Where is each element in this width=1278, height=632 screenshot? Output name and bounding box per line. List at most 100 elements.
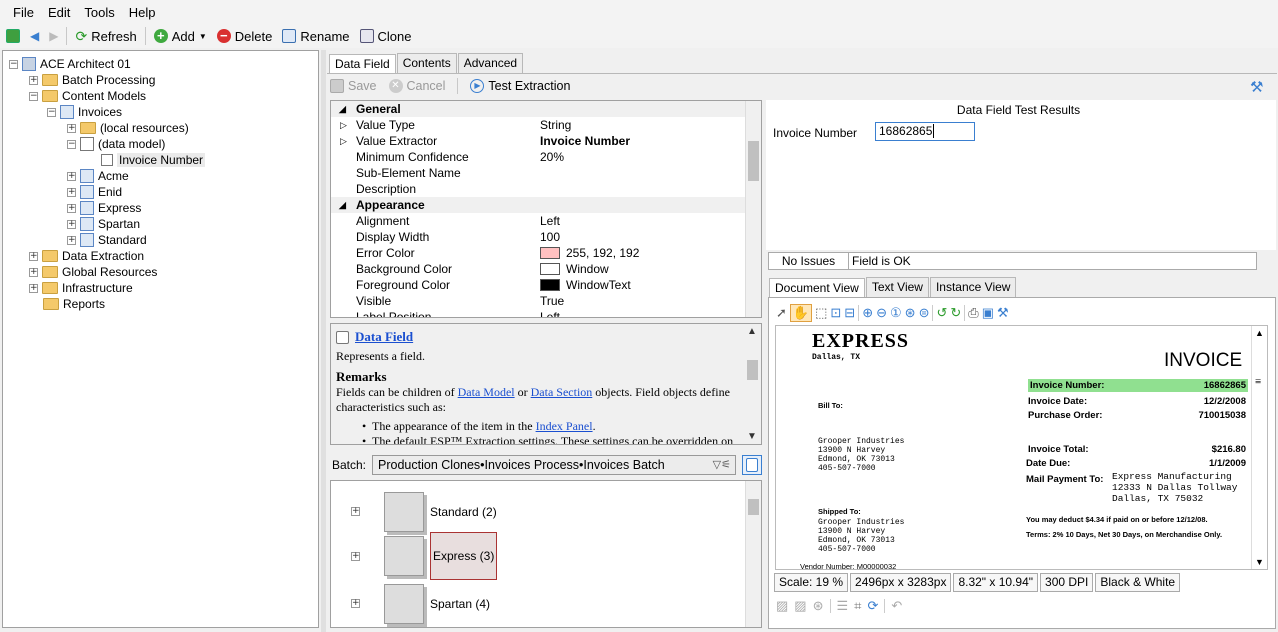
expand-triangle-icon[interactable]: ▷ [340,136,347,147]
save-image-icon[interactable]: ▣ [982,305,994,321]
home-button[interactable] [2,25,24,47]
tree-item-spartan[interactable]: + Spartan [67,216,140,232]
prop-value-extractor[interactable]: ▷ Value Extractor Invoice Number [331,133,745,149]
tree-item-infrastructure[interactable]: + Infrastructure [29,280,133,296]
tree-item-data-extraction[interactable]: + Data Extraction [29,248,144,264]
tab-data-field[interactable]: Data Field [329,54,396,74]
menu-edit[interactable]: Edit [41,5,77,20]
batch-info-button[interactable] [742,455,762,475]
batch-folder-express[interactable]: + Express (3) [351,531,498,581]
collapse-icon[interactable]: − [29,91,38,101]
print-icon[interactable]: ⎙ [968,305,978,321]
scroll-up-icon[interactable]: ▲ [747,326,757,337]
batch-folder-standard[interactable]: + Standard (2) [351,489,497,534]
zoom-region-icon[interactable]: ⊡ [830,305,841,321]
scroll-grip-icon[interactable]: ≡ [1255,376,1261,388]
expand-icon[interactable]: + [29,251,38,261]
vertical-scrollbar[interactable]: ▲ ≡ ▼ [1251,326,1267,569]
despeckle-icon[interactable]: ⊛ [813,598,824,614]
expand-icon[interactable]: + [351,507,360,516]
panel-splitter[interactable] [321,50,326,632]
prop-alignment[interactable]: Alignment Left [331,213,745,229]
tree-item-global-resources[interactable]: + Global Resources [29,264,157,280]
index-panel-link[interactable]: Index Panel [536,419,593,433]
prop-visible[interactable]: Visible True [331,293,745,309]
tree-item-content-models[interactable]: − Content Models [29,88,146,104]
delete-button[interactable]: − Delete [213,25,277,47]
back-button[interactable]: ◀ [26,25,43,47]
prop-display-width[interactable]: Display Width 100 [331,229,745,245]
prop-error-color[interactable]: Error Color 255, 192, 192 [331,245,745,261]
tree-item-invoices[interactable]: − Invoices [47,104,122,120]
tools-icon[interactable]: ⚒ [1250,78,1263,96]
prop-value[interactable]: True [540,294,564,308]
scroll-thumb[interactable] [748,499,759,515]
adjust-icon[interactable]: ☰ [837,598,849,614]
zoom-fit-icon[interactable]: ⊛ [905,305,916,321]
clone-button[interactable]: Clone [356,25,416,47]
collapse-triangle-icon[interactable]: ◢ [339,104,346,115]
zoom-in-icon[interactable]: ⊕ [862,305,873,321]
prop-value[interactable]: Invoice Number [540,134,630,148]
scroll-down-icon[interactable]: ▼ [747,431,757,442]
collapse-icon[interactable]: − [47,107,56,117]
menu-file[interactable]: File [6,5,41,20]
tree-item-local-resources[interactable]: + (local resources) [67,120,189,136]
menu-tools[interactable]: Tools [77,5,121,20]
tree-item-reports[interactable]: Reports [43,296,105,312]
tree-item-enid[interactable]: + Enid [67,184,122,200]
add-button[interactable]: + Add ▼ [150,25,211,47]
tree-item-root[interactable]: − ACE Architect 01 [9,56,131,72]
select-region-icon[interactable]: ⬚ [815,305,827,321]
tab-contents[interactable]: Contents [396,53,457,73]
prop-min-confidence[interactable]: Minimum Confidence 20% [331,149,745,165]
expand-icon[interactable]: + [29,267,38,277]
prop-value[interactable]: String [540,118,571,132]
zoom-out-icon[interactable]: ⊖ [876,305,887,321]
tree-item-express[interactable]: + Express [67,200,141,216]
prop-value[interactable]: 20% [540,150,564,164]
prop-value[interactable]: Window [566,262,609,276]
expand-icon[interactable]: + [67,235,76,245]
magnifier-icon[interactable]: ⊟ [844,305,855,321]
refresh-button[interactable]: ⟳ Refresh [71,25,140,47]
filter-dropdown-icon[interactable]: ▽⚟ [713,458,731,471]
scroll-thumb[interactable] [748,141,759,181]
tab-document-view[interactable]: Document View [769,278,865,298]
category-general[interactable]: ◢ General [331,101,745,117]
prop-value[interactable]: Left [540,310,560,317]
undo-icon[interactable]: ↶ [891,598,902,614]
expand-icon[interactable]: + [351,551,360,561]
batch-select[interactable]: Production Clones•Invoices Process•Invoi… [372,455,736,475]
prop-sub-element[interactable]: Sub-Element Name [331,165,745,181]
prop-label-position[interactable]: Label Position Left [331,309,745,317]
result-field-input[interactable]: 16862865 [875,122,975,141]
prop-description[interactable]: Description [331,181,745,197]
tree-item-invoice-number[interactable]: Invoice Number [101,152,206,168]
scroll-thumb[interactable] [747,360,758,380]
tree-item-batch-processing[interactable]: + Batch Processing [29,72,155,88]
zoom-width-icon[interactable]: ⊜ [919,305,930,321]
settings-tools-icon[interactable]: ⚒ [997,305,1009,321]
collapse-icon[interactable]: − [67,139,76,149]
expand-icon[interactable]: + [351,599,360,608]
data-model-link[interactable]: Data Model [458,385,515,399]
crop-tool-icon[interactable]: ⌗ [854,598,861,614]
prop-foreground-color[interactable]: Foreground Color WindowText [331,277,745,293]
forward-button[interactable]: ▶ [45,25,62,47]
expand-icon[interactable]: + [29,75,38,85]
tree-item-data-model[interactable]: − (data model) [67,136,165,152]
tree-item-standard[interactable]: + Standard [67,232,147,248]
vertical-scrollbar[interactable] [745,481,761,627]
prop-background-color[interactable]: Background Color Window [331,261,745,277]
data-section-link[interactable]: Data Section [531,385,593,399]
rotate-right-icon[interactable]: ↻ [950,305,961,321]
collapse-icon[interactable]: − [9,59,18,69]
expand-icon[interactable]: + [67,187,76,197]
prop-value[interactable]: 100 [540,230,560,244]
tab-instance-view[interactable]: Instance View [929,277,1017,297]
tab-text-view[interactable]: Text View [865,277,929,297]
expand-triangle-icon[interactable]: ▷ [340,120,347,131]
refresh-image-icon[interactable]: ⟳ [867,598,878,614]
pan-hand-icon[interactable]: ✋ [789,304,813,322]
